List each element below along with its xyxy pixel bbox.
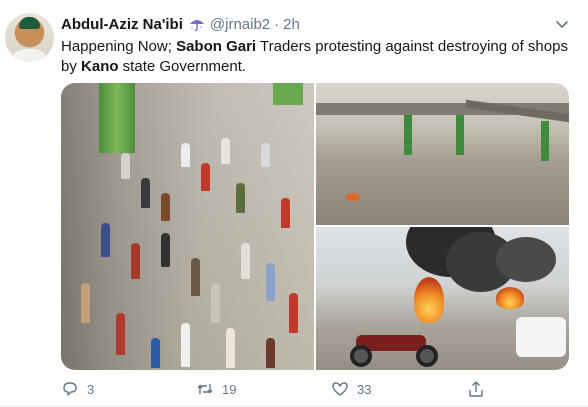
photo-burning-fire[interactable] <box>316 227 569 370</box>
tweet-text-bold: Kano <box>81 58 119 75</box>
motorcycle-wheel <box>350 345 372 367</box>
avatar-cap <box>19 17 40 29</box>
smoke-cloud <box>496 237 556 282</box>
overpass-pillar <box>456 115 464 155</box>
overpass-pillar <box>541 121 549 161</box>
reply-button[interactable]: 3 <box>61 378 94 400</box>
retweet-button[interactable]: 19 <box>196 378 236 400</box>
tweet-header: Abdul-Aziz Na'ibi @jrnaib2 · 2h <box>61 14 574 34</box>
tweet-card[interactable]: Abdul-Aziz Na'ibi @jrnaib2 · 2h Happenin… <box>0 0 588 407</box>
overpass-pillar <box>273 83 303 105</box>
like-button[interactable]: 33 <box>331 378 371 400</box>
photo-overpass-road[interactable] <box>316 83 569 225</box>
share-icon <box>469 381 483 397</box>
fire-flame <box>414 277 444 323</box>
fire-flame <box>496 287 524 309</box>
reply-icon <box>63 382 77 396</box>
tweet-text: Happening Now; Sabon Gari Traders protes… <box>61 37 573 77</box>
tweet-text-part: Happening Now; <box>61 38 177 55</box>
retweet-icon <box>197 384 213 394</box>
avatar-shirt <box>11 49 48 62</box>
separator-dot: · <box>274 15 280 33</box>
retweet-count: 19 <box>222 381 237 397</box>
share-button[interactable] <box>467 378 485 400</box>
media-grid <box>61 83 569 370</box>
umbrella-icon <box>189 20 204 32</box>
reply-count: 3 <box>87 381 95 397</box>
motorcycle-wheel <box>416 345 438 367</box>
photo-crowd-street[interactable] <box>61 83 314 370</box>
tweet-timestamp[interactable]: 2h <box>283 16 300 33</box>
tweet-actions: 3 19 33 <box>61 378 569 400</box>
overpass-pillar <box>404 115 412 155</box>
scooter <box>516 317 566 357</box>
chevron-down-icon[interactable] <box>554 16 570 32</box>
author-display-name[interactable]: Abdul-Aziz Na'ibi <box>61 16 183 33</box>
like-icon <box>332 382 348 396</box>
tweet-text-bold: Sabon Gari <box>176 38 257 55</box>
like-count: 33 <box>357 381 372 397</box>
overpass-pillar <box>99 83 135 153</box>
road-fire <box>346 193 360 201</box>
author-handle[interactable]: @jrnaib2 <box>210 16 270 33</box>
avatar[interactable] <box>5 13 54 62</box>
tweet-text-part: state Government. <box>118 58 247 75</box>
